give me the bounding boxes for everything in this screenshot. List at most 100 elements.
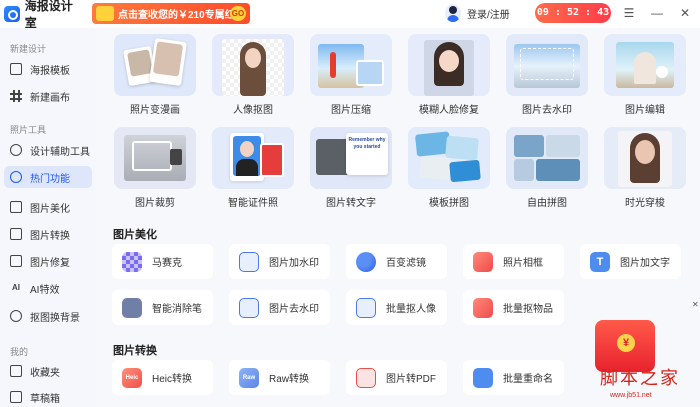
gift-icon — [96, 6, 114, 21]
site-watermark: 脚本之家 — [600, 368, 680, 389]
tool-raw-convert[interactable]: Raw Raw转换 — [229, 360, 330, 395]
favorites-icon — [10, 365, 22, 377]
rename-icon — [473, 367, 493, 388]
tile-time-travel[interactable]: 时光穿梭 — [604, 127, 686, 209]
tile-thumbnail — [114, 127, 196, 189]
sidebar-section-title: 照片工具 — [10, 125, 47, 135]
sidebar-section-title: 新建设计 — [10, 44, 47, 54]
tile-image-crop[interactable]: 图片裁剪 — [114, 127, 196, 209]
menu-icon[interactable]: ☰ — [620, 4, 638, 22]
tile-image-to-text[interactable]: Remember why you started 图片转文字 — [310, 127, 392, 209]
sidebar: 新建设计 海报模板 新建画布 照片工具 设计辅助工具 热门功能 图片美化 图片转… — [0, 28, 96, 407]
coin-icon: ¥ — [617, 334, 635, 352]
tool-label: 图片去水印 — [269, 304, 319, 315]
image-icon — [10, 201, 22, 213]
frame-icon — [473, 251, 493, 272]
sidebar-item-design-tools[interactable]: 设计辅助工具 — [4, 139, 92, 161]
sidebar-item-repair[interactable]: 图片修复 — [4, 250, 92, 272]
collapse-arrow-icon[interactable]: ✕ — [692, 300, 700, 312]
login-link[interactable]: 登录/注册 — [467, 6, 510, 21]
close-icon[interactable]: ✕ — [676, 4, 694, 22]
promo-go-button[interactable]: GO — [230, 6, 246, 21]
sidebar-item-label: 抠图换背景 — [30, 312, 80, 324]
tile-portrait-cutout[interactable]: 人像抠图 — [212, 34, 294, 116]
tile-label: 图片转文字 — [326, 198, 376, 209]
tile-label: 照片变漫画 — [130, 105, 180, 116]
tool-add-watermark[interactable]: 图片加水印 — [229, 244, 330, 279]
sidebar-item-hot-features[interactable]: 热门功能 — [4, 166, 92, 188]
tool-filters[interactable]: 百变滤镜 — [346, 244, 447, 279]
tool-label: Raw转换 — [269, 374, 310, 385]
sidebar-item-label: 热门功能 — [30, 173, 70, 185]
tile-free-collage[interactable]: 自由拼图 — [506, 127, 588, 209]
sidebar-item-favorites[interactable]: 收藏夹 — [4, 360, 92, 382]
sidebar-item-poster-template[interactable]: 海报模板 — [4, 58, 92, 80]
countdown-timer: 09 : 52 : 43 . 50 — [535, 3, 611, 38]
tile-blur-face-repair[interactable]: 模糊人脸修复 — [408, 34, 490, 116]
tool-label: 图片转PDF — [386, 374, 436, 385]
tool-smart-eraser[interactable]: 智能消除笔 — [112, 290, 213, 325]
sidebar-item-label: 收藏夹 — [30, 367, 60, 379]
sidebar-item-label: 海报模板 — [30, 65, 70, 77]
tile-thumbnail — [310, 34, 392, 96]
tile-smart-id-photo[interactable]: 智能证件照 — [212, 127, 294, 209]
tool-label: Heic转换 — [152, 374, 193, 385]
sidebar-item-cutout-background[interactable]: 抠图换背景 — [4, 305, 92, 327]
sidebar-item-label: 新建画布 — [30, 92, 70, 104]
logo-icon — [4, 6, 20, 22]
promo-banner[interactable]: 点击查收您的￥210专属红包 GO — [92, 3, 250, 24]
sidebar-item-label: 图片美化 — [30, 203, 70, 215]
portrait-cutout-icon — [356, 297, 376, 318]
tile-label: 图片压缩 — [331, 105, 371, 116]
tile-label: 图片编辑 — [625, 105, 665, 116]
tool-add-text[interactable]: T 图片加文字 — [580, 244, 681, 279]
tile-thumbnail — [212, 34, 294, 96]
user-login[interactable]: 登录/注册 — [445, 4, 510, 22]
sidebar-item-label: 草稿箱 — [30, 393, 60, 405]
tool-label: 智能消除笔 — [152, 304, 202, 315]
tool-photo-frame[interactable]: 照片相框 — [463, 244, 564, 279]
tool-batch-rename[interactable]: 批量重命名 — [463, 360, 564, 395]
ocr-caption: Remember why you started — [348, 137, 386, 150]
sidebar-item-convert[interactable]: 图片转换 — [4, 223, 92, 245]
tile-photo-to-comic[interactable]: 照片变漫画 — [114, 34, 196, 116]
tool-label: 批量重命名 — [503, 374, 553, 385]
tile-thumbnail — [408, 34, 490, 96]
sidebar-item-drafts[interactable]: 草稿箱 — [4, 386, 92, 407]
tile-label: 智能证件照 — [228, 198, 278, 209]
tile-label: 模糊人脸修复 — [419, 105, 479, 116]
tile-label: 人像抠图 — [233, 105, 273, 116]
tile-remove-watermark[interactable]: 图片去水印 — [506, 34, 588, 116]
tile-template-collage[interactable]: 模板拼图 — [408, 127, 490, 209]
mosaic-icon — [122, 251, 142, 272]
tool-remove-watermark[interactable]: 图片去水印 — [229, 290, 330, 325]
sidebar-section-title: 我的 — [10, 347, 29, 357]
pdf-icon — [356, 367, 376, 388]
tile-image-compress[interactable]: 图片压缩 — [310, 34, 392, 116]
tile-image-edit[interactable]: 图片编辑 — [604, 34, 686, 116]
tile-thumbnail — [604, 127, 686, 189]
tool-label: 马赛克 — [152, 258, 182, 269]
tile-label: 图片裁剪 — [135, 198, 175, 209]
tool-heic-convert[interactable]: Heic Heic转换 — [112, 360, 213, 395]
tile-label: 图片去水印 — [522, 105, 572, 116]
tool-batch-cutout-object[interactable]: 批量抠物品 — [463, 290, 564, 325]
tool-label: 照片相框 — [503, 258, 543, 269]
app-title: 海报设计室 — [24, 0, 73, 30]
tool-mosaic[interactable]: 马赛克 — [112, 244, 213, 279]
filter-icon — [356, 251, 376, 272]
avatar[interactable] — [445, 4, 461, 22]
tool-batch-cutout-portrait[interactable]: 批量抠人像 — [346, 290, 447, 325]
eraser-icon — [122, 297, 142, 318]
tool-label: 批量抠人像 — [386, 304, 436, 315]
tile-thumbnail — [604, 34, 686, 96]
watermark-icon — [239, 251, 259, 272]
sidebar-item-beautify[interactable]: 图片美化 — [4, 196, 92, 218]
tool-image-to-pdf[interactable]: 图片转PDF — [346, 360, 447, 395]
sidebar-item-ai-effects[interactable]: AI AI特效 — [4, 277, 92, 299]
minimize-icon[interactable]: — — [648, 4, 666, 22]
site-watermark-url: www.jb51.net — [610, 392, 652, 399]
sidebar-item-new-canvas[interactable]: 新建画布 — [4, 85, 92, 107]
raw-icon: Raw — [239, 367, 259, 388]
tile-thumbnail — [506, 127, 588, 189]
